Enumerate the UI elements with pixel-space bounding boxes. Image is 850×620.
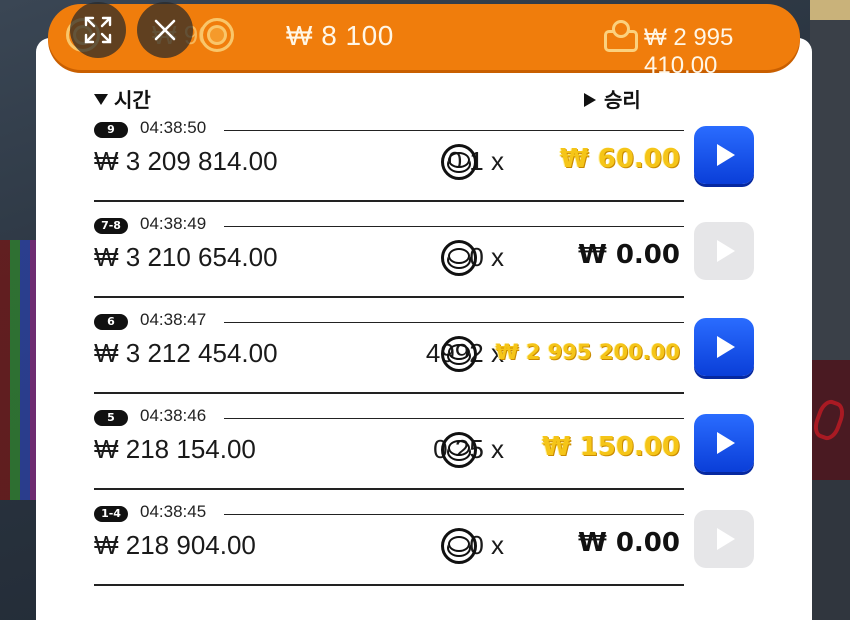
play-icon [717,432,735,454]
row-amount: ₩ 218 904.00 [94,530,256,560]
expand-icon [84,16,112,44]
replay-button[interactable] [694,318,754,376]
round-badge: 6 [94,314,128,330]
coin-icon [441,144,477,180]
background-decoration [809,396,849,444]
current-bet-value: ₩ 8 100 [286,20,394,51]
history-row: 7-8 04:38:49 ₩ 3 210 654.00 0 x ₩ 0.00 [94,214,754,310]
divider [94,488,684,490]
sort-down-icon [94,94,108,105]
play-icon [717,528,735,550]
coin-icon [441,432,477,468]
sort-time-header[interactable]: 시간 [94,84,151,113]
balance-value: ₩ 2 995 410.00 [644,24,734,79]
row-win: ₩ 0.00 [578,528,680,558]
row-time: 04:38:47 [140,310,207,329]
coin-icon [441,336,477,372]
divider [224,322,684,323]
row-win: ₩ 60.00 [560,144,680,174]
round-badge: 7-8 [94,218,128,234]
row-amount: ₩ 3 210 654.00 [94,242,278,272]
replay-button[interactable] [694,126,754,184]
round-badge: 5 [94,410,128,426]
play-icon [717,144,735,166]
row-time: 04:38:46 [140,406,207,425]
fullscreen-button[interactable] [70,2,126,58]
row-amount: ₩ 3 209 814.00 [94,146,278,176]
close-icon [154,19,176,41]
history-row: 6 04:38:47 ₩ 3 212 454.00 4992 x ₩ 2 995… [94,310,754,406]
replay-button[interactable] [694,414,754,472]
row-win: ₩ 150.00 [541,432,680,462]
replay-button-disabled [694,510,754,568]
divider [224,418,684,419]
row-amount: ₩ 3 212 454.00 [94,338,278,368]
round-badge: 1-4 [94,506,128,522]
row-amount: ₩ 218 154.00 [94,434,256,464]
history-row: 9 04:38:50 ₩ 3 209 814.00 0.1 x ₩ 60.00 [94,118,754,214]
history-row: 5 04:38:46 ₩ 218 154.00 0.25 x ₩ 150.00 [94,406,754,502]
divider [94,200,684,202]
play-icon [717,336,735,358]
row-time: 04:38:50 [140,118,207,137]
row-win: ₩ 0.00 [578,240,680,270]
wallet-icon [604,20,638,54]
round-badge: 9 [94,122,128,138]
divider [224,514,684,515]
replay-button-disabled [694,222,754,280]
row-time: 04:38:45 [140,502,207,521]
time-column-label: 시간 [114,88,151,112]
coin-icon [441,528,477,564]
win-column-label: 승리 [604,88,641,112]
background-scene-left [0,240,40,500]
divider [224,226,684,227]
divider [94,392,684,394]
coin-icon [200,18,234,52]
row-time: 04:38:49 [140,214,207,233]
win-column-header[interactable]: 승리 [584,84,641,113]
history-row: 1-4 04:38:45 ₩ 218 904.00 0 x ₩ 0.00 [94,502,754,598]
divider [94,296,684,298]
divider [94,584,684,586]
coin-icon [441,240,477,276]
divider [224,130,684,131]
play-icon [717,240,735,262]
close-button[interactable] [137,2,193,58]
play-small-icon [584,93,596,107]
row-win: ₩ 2 995 200.00 [495,340,680,364]
background-scene-right [809,0,850,620]
